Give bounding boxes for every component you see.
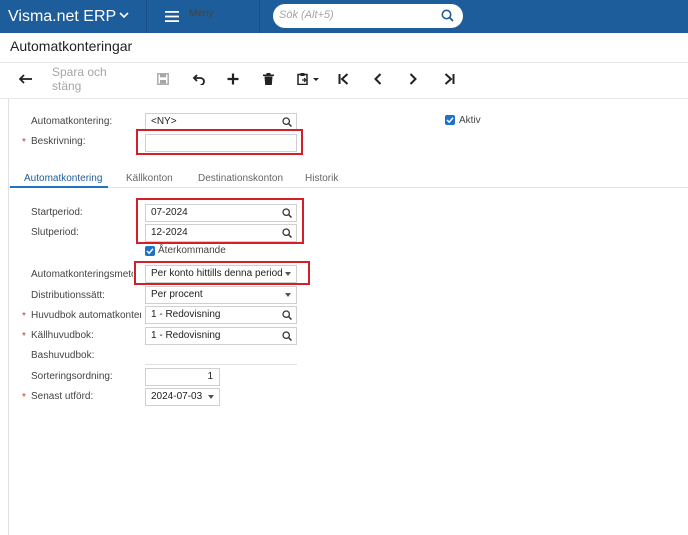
- menu-button[interactable]: Meny: [147, 0, 259, 33]
- search-icon[interactable]: [282, 331, 292, 341]
- dropdown-arrow-icon: [285, 293, 291, 297]
- page-title: Automatkonteringar: [10, 38, 133, 54]
- slutperiod-label: Slutperiod:: [31, 227, 79, 238]
- top-navigation-bar: Visma.net ERP Meny Sök (Alt+5): [0, 0, 688, 33]
- save-close-button[interactable]: Spara och stäng: [52, 65, 138, 93]
- arrow-left-icon: [19, 74, 32, 84]
- check-icon: [446, 117, 454, 124]
- tab-destinationskonton[interactable]: Destinationskonton: [198, 173, 283, 184]
- highlight-box: [136, 198, 304, 244]
- distribution-select[interactable]: Per procent: [145, 286, 297, 304]
- tab-automatkontering[interactable]: Automatkontering: [24, 173, 102, 184]
- add-button[interactable]: [225, 70, 241, 88]
- huvudbok-label: Huvudbok automatkonteri...: [31, 310, 141, 321]
- brand-name: Visma.net ERP: [8, 7, 117, 25]
- required-marker: *: [22, 311, 26, 322]
- tab-divider: [8, 187, 688, 188]
- tab-historik[interactable]: Historik: [305, 173, 338, 184]
- kallhuvudbok-value: 1 - Redovisning: [151, 330, 221, 341]
- required-marker: *: [22, 137, 26, 148]
- senast-value: 2024-07-03: [151, 391, 203, 402]
- huvudbok-value: 1 - Redovisning: [151, 309, 221, 320]
- distribution-value: Per procent: [151, 289, 203, 300]
- search-input[interactable]: Sök (Alt+5): [273, 4, 463, 28]
- first-record-button[interactable]: [336, 70, 352, 88]
- search-icon[interactable]: [441, 9, 454, 22]
- aktiv-label: Aktiv: [459, 115, 481, 126]
- search-icon[interactable]: [282, 310, 292, 320]
- chevron-left-icon: [374, 73, 382, 85]
- startperiod-label: Startperiod:: [31, 207, 83, 218]
- metod-label: Automatkonteringsmetod: [31, 269, 133, 280]
- back-button[interactable]: [18, 70, 34, 88]
- highlight-box: [136, 129, 303, 155]
- undo-button[interactable]: [190, 70, 206, 88]
- bashuvudbok-underline: [145, 364, 297, 365]
- required-marker: *: [22, 392, 26, 403]
- automatkontering-label: Automatkontering:: [31, 116, 113, 127]
- last-page-icon: [444, 73, 455, 85]
- previous-record-button[interactable]: [370, 70, 386, 88]
- delete-button[interactable]: [260, 70, 276, 88]
- menu-label: Meny: [189, 8, 214, 19]
- beskrivning-label: Beskrivning:: [31, 136, 86, 147]
- distribution-label: Distributionssätt:: [31, 290, 105, 301]
- next-record-button[interactable]: [405, 70, 421, 88]
- sortering-label: Sorteringsordning:: [31, 371, 113, 382]
- save-icon: [157, 73, 169, 85]
- required-marker: *: [22, 331, 26, 342]
- senast-date-select[interactable]: 2024-07-03: [145, 388, 220, 406]
- paste-menu-button[interactable]: [294, 70, 322, 88]
- first-page-icon: [338, 73, 349, 85]
- chevron-right-icon: [409, 73, 417, 85]
- active-tab-indicator: [10, 186, 108, 188]
- sortering-input[interactable]: 1: [145, 368, 220, 386]
- divider: [0, 62, 688, 63]
- senast-label: Senast utförd:: [31, 391, 94, 402]
- last-record-button[interactable]: [441, 70, 457, 88]
- undo-icon: [192, 73, 205, 85]
- bashuvudbok-label: Bashuvudbok:: [31, 350, 95, 361]
- search-icon[interactable]: [282, 117, 292, 127]
- highlight-box: [134, 261, 310, 285]
- aktiv-checkbox[interactable]: [445, 115, 455, 125]
- huvudbok-field[interactable]: 1 - Redovisning: [145, 306, 297, 324]
- automatkontering-value: <NY>: [151, 116, 177, 127]
- check-icon: [146, 248, 154, 255]
- kallhuvudbok-label: Källhuvudbok:: [31, 330, 94, 341]
- tab-kallkonton[interactable]: Källkonton: [126, 173, 173, 184]
- clipboard-icon: [297, 73, 319, 85]
- search-placeholder: Sök (Alt+5): [279, 9, 334, 21]
- kallhuvudbok-field[interactable]: 1 - Redovisning: [145, 327, 297, 345]
- plus-icon: [227, 73, 239, 85]
- brand-switcher[interactable]: Visma.net ERP: [0, 0, 146, 33]
- chevron-down-icon: [119, 12, 129, 19]
- separator: [259, 0, 260, 33]
- save-button[interactable]: [155, 70, 171, 88]
- hamburger-icon: [165, 11, 179, 22]
- aterkommande-label: Återkommande: [158, 245, 226, 256]
- trash-icon: [262, 73, 274, 85]
- dropdown-arrow-icon: [208, 395, 214, 399]
- aterkommande-checkbox[interactable]: [145, 246, 155, 256]
